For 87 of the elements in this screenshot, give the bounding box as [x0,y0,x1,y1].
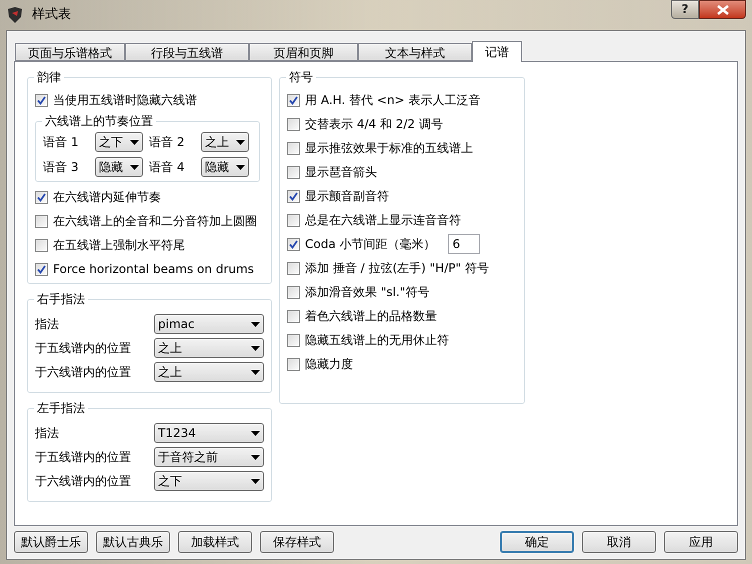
group-title: 右手指法 [34,291,88,307]
dropdown-arrow-icon [251,322,260,326]
group-title: 六线谱上的节奏位置 [42,113,156,129]
checkbox[interactable] [287,214,300,226]
checkbox[interactable] [287,358,300,370]
dialog-button[interactable]: 保存样式 [260,531,334,553]
field-label: 于五线谱内的位置 [35,449,131,466]
dialog-button[interactable]: 应用 [664,531,738,553]
tab[interactable]: 记谱 [472,41,522,62]
tab[interactable]: 文本与样式 [358,43,472,61]
dropdown[interactable]: 隐藏 [201,157,249,177]
checkbox[interactable] [287,142,300,154]
checkbox-label: 用 A.H. 替代 <n> 表示人工泛音 [305,92,480,109]
checkbox-label: 隐藏五线谱上的无用休止符 [305,332,449,349]
dialog-button[interactable]: 加载样式 [178,531,252,553]
dropdown[interactable]: 之上 [154,362,264,382]
checkbox[interactable] [287,310,300,322]
checkbox-label: 显示推弦效果于标准的五线谱上 [305,140,473,157]
voice-label: 语音 3 [43,159,80,176]
dropdown[interactable]: 于音符之前 [154,447,264,467]
field-label: 于五线谱内的位置 [35,340,131,357]
dropdown[interactable]: T1234 [154,423,264,443]
checkbox-label: 添加 捶音 / 拉弦(左手) "H/P" 符号 [305,260,489,277]
dropdown-arrow-icon [251,430,260,436]
dialog-button[interactable]: 确定 [500,531,574,553]
dropdown-arrow-icon [251,454,260,460]
tab[interactable]: 页面与乐谱格式 [15,43,125,61]
voice-label: 语音 2 [149,134,186,151]
window-title: 样式表 [32,6,71,24]
checkbox[interactable] [287,118,300,130]
checkbox[interactable] [287,94,300,106]
voice-label: 语音 1 [43,134,80,151]
checkbox[interactable] [287,190,300,202]
checkbox[interactable] [35,214,48,228]
dialog-button[interactable]: 默认爵士乐 [14,531,88,553]
checkbox-label: 显示琶音箭头 [305,164,377,181]
checkbox-label: 显示颤音副音符 [305,188,389,205]
dropdown-arrow-icon [236,140,245,144]
checkbox-label: 在六线谱内延伸节奏 [53,189,161,206]
field-label: 指法 [35,316,59,333]
checkbox[interactable] [35,238,48,252]
group-title: 左手指法 [34,400,88,416]
checkbox[interactable] [287,286,300,298]
checkbox-label: Force horizontal beams on drums [53,261,254,278]
field-label: 于六线谱内的位置 [35,473,131,490]
dropdown-arrow-icon [251,478,260,484]
dropdown-arrow-icon [251,370,260,374]
dropdown-arrow-icon [130,140,139,144]
app-logo-icon [6,6,24,24]
checkbox-label: 隐藏力度 [305,356,353,373]
group-title: 韵律 [34,69,64,85]
dropdown[interactable]: 之下 [154,471,264,491]
checkbox[interactable] [287,334,300,346]
tab[interactable]: 行段与五线谱 [125,43,249,61]
group-title: 符号 [286,69,316,85]
close-button[interactable] [699,0,746,19]
checkbox[interactable] [287,262,300,274]
close-icon [716,4,728,14]
dropdown-arrow-icon [251,346,260,350]
checkbox-label: 总是在六线谱上显示连音音符 [305,212,461,229]
field-label: 于六线谱内的位置 [35,364,131,381]
tab[interactable]: 页眉和页脚 [249,43,358,61]
dropdown[interactable]: 之上 [201,132,249,152]
checkbox[interactable] [35,262,48,276]
checkbox-label: 当使用五线谱时隐藏六线谱 [53,92,197,109]
checkbox-label: 添加滑音效果 "sl."符号 [305,284,430,301]
dropdown-arrow-icon [130,164,139,170]
checkbox-label: 在五线谱上强制水平符尾 [53,237,185,254]
dropdown[interactable]: pimac [154,314,264,334]
checkbox[interactable] [35,94,48,106]
dialog-button[interactable]: 默认古典乐 [96,531,170,553]
dropdown-arrow-icon [236,164,245,170]
dropdown[interactable]: 之上 [154,338,264,358]
checkbox-label: 着色六线谱上的品格数量 [305,308,437,325]
checkbox-label: Coda 小节间距（毫米） [305,236,436,253]
dialog-button[interactable]: 取消 [582,531,656,553]
number-field[interactable]: 6 [448,234,480,254]
dropdown[interactable]: 之下 [95,132,143,152]
help-button[interactable]: ? [671,0,699,19]
checkbox[interactable] [35,190,48,204]
checkbox-label: 在六线谱上的全音和二分音符加上圆圈 [53,213,257,230]
field-label: 指法 [35,425,59,442]
voice-label: 语音 4 [149,159,186,176]
checkbox[interactable] [287,166,300,178]
checkbox-label: 交替表示 4/4 和 2/2 调号 [305,116,443,133]
checkbox[interactable] [287,238,300,250]
dropdown[interactable]: 隐藏 [95,157,143,177]
